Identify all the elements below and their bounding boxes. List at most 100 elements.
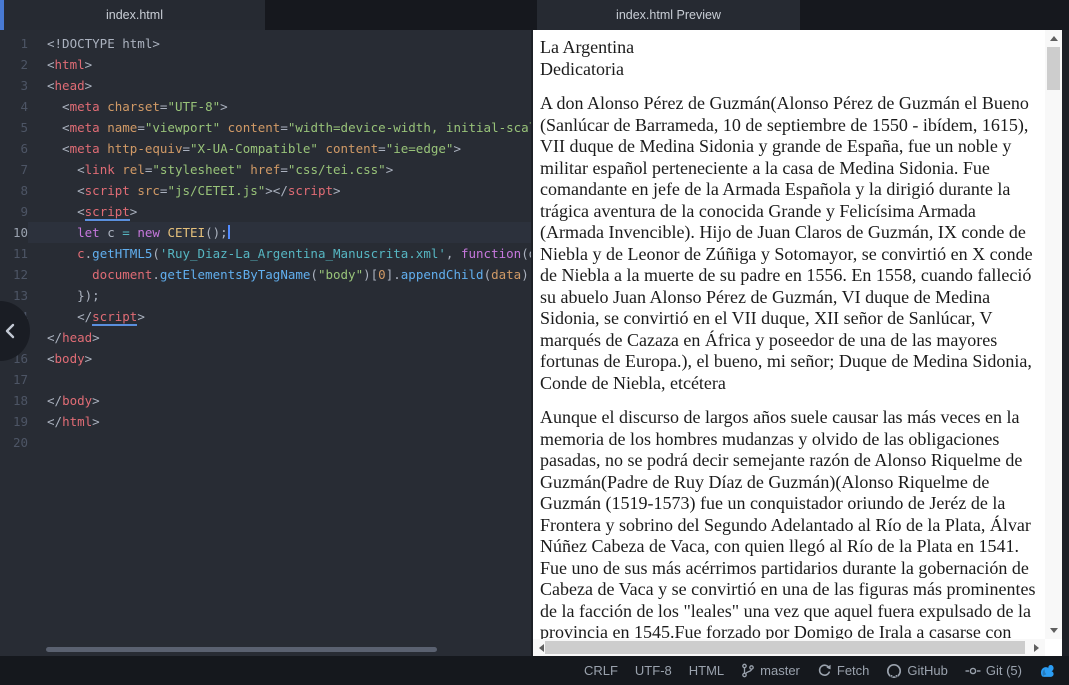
tab-label: index.html Preview bbox=[616, 8, 721, 22]
preview-hscrollbar[interactable] bbox=[533, 639, 1045, 656]
line-number: 12 bbox=[0, 264, 28, 285]
code-line-content: </html> bbox=[28, 411, 531, 432]
line-number: 3 bbox=[0, 75, 28, 96]
editor-hscrollbar-thumb[interactable] bbox=[46, 647, 437, 652]
line-number: 11 bbox=[0, 243, 28, 264]
line-number: 1 bbox=[0, 33, 28, 54]
code-line-content bbox=[28, 369, 531, 390]
status-encoding[interactable]: UTF-8 bbox=[635, 663, 672, 678]
code-line-content: <script src="js/CETEI.js"></script> bbox=[28, 180, 531, 201]
code-line-content: }); bbox=[28, 285, 531, 306]
code-line-content: <script> bbox=[28, 201, 531, 222]
preview-paragraph: A don Alonso Pérez de Guzmán(Alonso Pére… bbox=[540, 93, 1036, 394]
branch-label: master bbox=[760, 663, 800, 678]
line-number: 6 bbox=[0, 138, 28, 159]
line-number: 5 bbox=[0, 117, 28, 138]
code-line[interactable]: 18</body> bbox=[0, 390, 531, 411]
preview-paragraph: Aunque el discurso de largos años suele … bbox=[540, 407, 1036, 639]
code-line[interactable]: 19</html> bbox=[0, 411, 531, 432]
encoding-label: UTF-8 bbox=[635, 663, 672, 678]
code-line-content: <meta http-equiv="X-UA-Compatible" conte… bbox=[28, 138, 531, 159]
squirrel-icon bbox=[1039, 663, 1056, 679]
git-branch-icon bbox=[741, 663, 755, 678]
code-line[interactable]: 20 bbox=[0, 432, 531, 453]
code-line-content: c.getHTML5('Ruy_Diaz-La_Argentina_Manusc… bbox=[28, 243, 531, 264]
status-line-endings[interactable]: CRLF bbox=[584, 663, 618, 678]
code-line[interactable]: 14 </script> bbox=[0, 306, 531, 327]
preview-heading-line: Dedicatoria bbox=[540, 59, 1036, 81]
code-line[interactable]: 2<html> bbox=[0, 54, 531, 75]
code-line[interactable]: 8 <script src="js/CETEI.js"></script> bbox=[0, 180, 531, 201]
sync-icon bbox=[817, 663, 832, 678]
code-line[interactable]: 13 }); bbox=[0, 285, 531, 306]
fetch-label: Fetch bbox=[837, 663, 870, 678]
code-line[interactable]: 4 <meta charset="UTF-8"> bbox=[0, 96, 531, 117]
triangle-left-icon bbox=[539, 644, 544, 652]
line-endings-label: CRLF bbox=[584, 663, 618, 678]
line-number: 10 bbox=[0, 222, 28, 243]
code-lines: 1<!DOCTYPE html>2<html>3<head>4 <meta ch… bbox=[0, 33, 531, 453]
scroll-up-arrow[interactable] bbox=[1045, 30, 1062, 47]
code-line[interactable]: 15</head> bbox=[0, 327, 531, 348]
line-number: 2 bbox=[0, 54, 28, 75]
chevron-left-icon bbox=[3, 322, 17, 340]
triangle-up-icon bbox=[1050, 36, 1058, 41]
status-git-branch[interactable]: master bbox=[741, 663, 800, 678]
code-line[interactable]: 11 c.getHTML5('Ruy_Diaz-La_Argentina_Man… bbox=[0, 243, 531, 264]
github-label: GitHub bbox=[907, 663, 947, 678]
tab-index-html[interactable]: index.html bbox=[4, 0, 265, 30]
line-number: 20 bbox=[0, 432, 28, 453]
code-line-content: <!DOCTYPE html> bbox=[28, 33, 531, 54]
code-line-content: <html> bbox=[28, 54, 531, 75]
line-number: 19 bbox=[0, 411, 28, 432]
line-number: 17 bbox=[0, 369, 28, 390]
code-line-content: let c = new CETEI(); bbox=[28, 222, 531, 243]
git-commit-icon bbox=[965, 664, 981, 678]
scroll-right-arrow[interactable] bbox=[1028, 639, 1045, 656]
squirrel-extension-button[interactable] bbox=[1039, 663, 1056, 679]
triangle-right-icon bbox=[1034, 644, 1039, 652]
preview-vscrollbar-thumb[interactable] bbox=[1047, 47, 1060, 90]
code-line[interactable]: 7 <link rel="stylesheet" href="css/tei.c… bbox=[0, 159, 531, 180]
status-language-mode[interactable]: HTML bbox=[689, 663, 724, 678]
preview-document: La ArgentinaDedicatoriaA don Alonso Pére… bbox=[533, 30, 1045, 639]
code-line-content: <meta name="viewport" content="width=dev… bbox=[28, 117, 531, 138]
code-line[interactable]: 9 <script> bbox=[0, 201, 531, 222]
tab-bar: index.html index.html Preview bbox=[0, 0, 1069, 30]
code-line[interactable]: 6 <meta http-equiv="X-UA-Compatible" con… bbox=[0, 138, 531, 159]
status-github[interactable]: GitHub bbox=[886, 663, 947, 679]
tab-index-html-preview[interactable]: index.html Preview bbox=[537, 0, 800, 30]
code-editor-pane[interactable]: 1<!DOCTYPE html>2<html>3<head>4 <meta ch… bbox=[0, 30, 531, 656]
code-line-content: <head> bbox=[28, 75, 531, 96]
text-cursor bbox=[228, 225, 230, 239]
code-line[interactable]: 3<head> bbox=[0, 75, 531, 96]
line-number: 18 bbox=[0, 390, 28, 411]
code-line-content: </body> bbox=[28, 390, 531, 411]
code-line-content bbox=[28, 432, 531, 453]
app-window: index.html index.html Preview 1<!DOCTYPE… bbox=[0, 0, 1069, 685]
code-line[interactable]: 12 document.getElementsByTagName("body")… bbox=[0, 264, 531, 285]
status-git-commits[interactable]: Git (5) bbox=[965, 663, 1022, 678]
github-icon bbox=[886, 663, 902, 679]
code-line[interactable]: 1<!DOCTYPE html> bbox=[0, 33, 531, 54]
code-line-content: <link rel="stylesheet" href="css/tei.css… bbox=[28, 159, 531, 180]
code-line[interactable]: 10 let c = new CETEI(); bbox=[0, 222, 531, 243]
triangle-down-icon bbox=[1050, 628, 1058, 633]
scrollbar-corner bbox=[1045, 639, 1062, 656]
code-line-content: </head> bbox=[28, 327, 531, 348]
line-number: 7 bbox=[0, 159, 28, 180]
preview-pane: La ArgentinaDedicatoriaA don Alonso Pére… bbox=[533, 30, 1062, 656]
preview-vscrollbar[interactable] bbox=[1045, 30, 1062, 639]
line-number: 8 bbox=[0, 180, 28, 201]
code-line[interactable]: 16<body> bbox=[0, 348, 531, 369]
status-fetch[interactable]: Fetch bbox=[817, 663, 870, 678]
code-line[interactable]: 17 bbox=[0, 369, 531, 390]
code-line-content: </script> bbox=[28, 306, 531, 327]
code-line[interactable]: 5 <meta name="viewport" content="width=d… bbox=[0, 117, 531, 138]
status-bar: CRLF UTF-8 HTML master Fetch bbox=[0, 656, 1069, 685]
code-line-content: <body> bbox=[28, 348, 531, 369]
line-number: 4 bbox=[0, 96, 28, 117]
scroll-down-arrow[interactable] bbox=[1045, 622, 1062, 639]
preview-hscrollbar-thumb[interactable] bbox=[545, 641, 1025, 654]
language-label: HTML bbox=[689, 663, 724, 678]
